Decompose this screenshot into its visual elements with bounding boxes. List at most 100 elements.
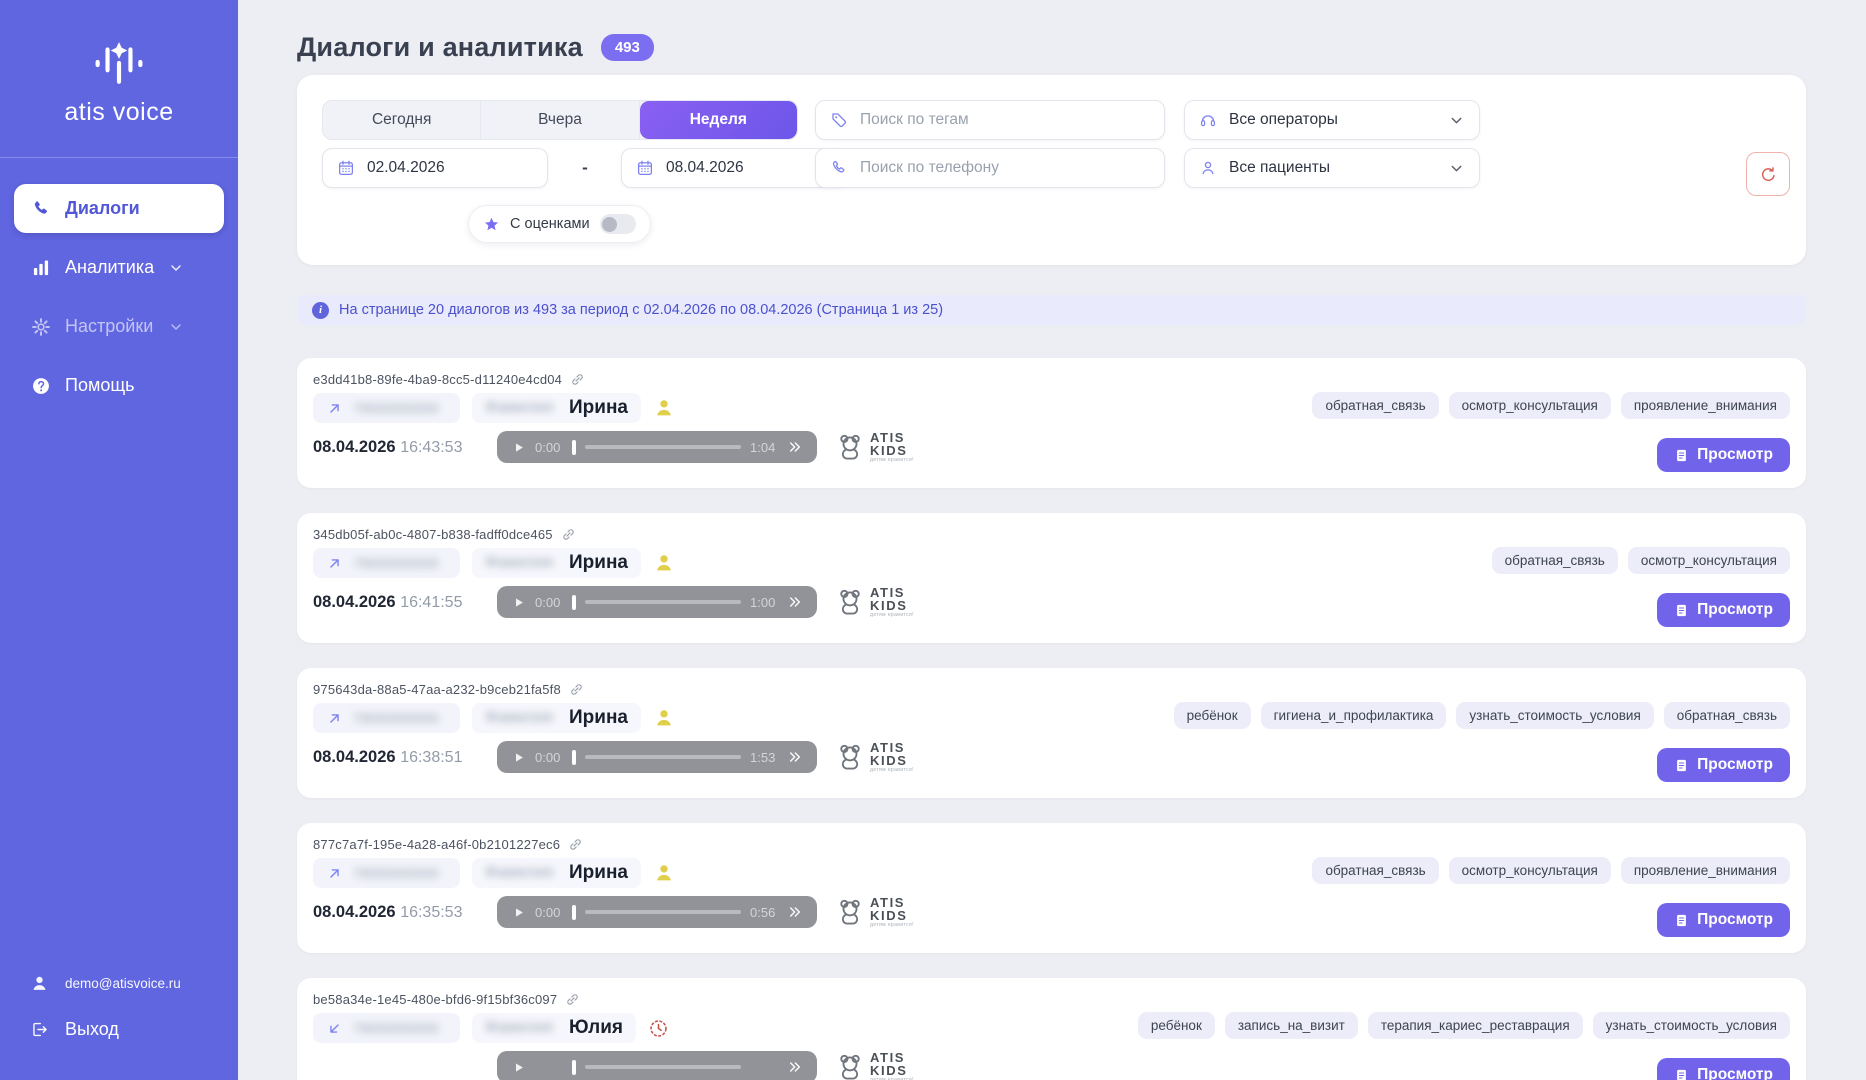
player-position: 0:00	[535, 595, 563, 610]
page-title: Диалоги и аналитика	[297, 32, 583, 63]
player-track[interactable]	[585, 910, 742, 914]
sidebar-item-dialogs[interactable]: Диалоги	[14, 184, 224, 233]
player-handle[interactable]	[572, 440, 576, 455]
sidebar-item-analytics[interactable]: Аналитика	[14, 243, 224, 292]
dialog-time: 16:41:55	[400, 594, 462, 611]
contact-name: Ирина	[569, 862, 628, 884]
skip-icon[interactable]	[787, 749, 803, 765]
player-handle[interactable]	[572, 1060, 576, 1075]
dialog-tag: узнать_стоимость_условия	[1456, 702, 1653, 729]
headphones-icon	[1199, 111, 1217, 129]
sidebar-item-label: Настройки	[65, 316, 153, 337]
view-button[interactable]: Просмотр	[1657, 1058, 1790, 1080]
arrow-up-right-icon	[326, 710, 343, 727]
player-track[interactable]	[585, 600, 742, 604]
dialog-tag: осмотр_консультация	[1449, 857, 1611, 884]
dialog-card: 975643da-88a5-47aa-a232-b9ceb21fa5f87900…	[297, 668, 1806, 798]
doc-icon	[1674, 448, 1689, 463]
surname-blurred: Фамилия	[485, 709, 559, 727]
view-button-label: Просмотр	[1697, 1066, 1773, 1080]
star-icon	[483, 216, 500, 233]
dialog-time: 16:35:53	[400, 904, 462, 921]
audio-player[interactable]: 0:001:04	[497, 431, 817, 463]
view-button-label: Просмотр	[1697, 756, 1773, 774]
atis-kids-logo: ATISKIDSдетям нравится!	[835, 741, 914, 773]
filter-panel: Сегодня Вчера Неделя 02.04.2026 - 08.04.…	[297, 75, 1806, 265]
player-duration: 1:53	[750, 750, 778, 765]
skip-icon[interactable]	[787, 439, 803, 455]
play-icon[interactable]	[511, 440, 526, 455]
tab-week[interactable]: Неделя	[640, 101, 797, 139]
surname-blurred: Фамилия	[485, 554, 559, 572]
atis-kids-logo: ATISKIDSдетям нравится!	[835, 431, 914, 463]
player-track[interactable]	[585, 755, 742, 759]
play-icon[interactable]	[511, 750, 526, 765]
view-button[interactable]: Просмотр	[1657, 438, 1790, 472]
patients-select[interactable]: Все пациенты	[1184, 148, 1480, 188]
link-icon[interactable]	[561, 527, 576, 542]
user-email: demo@atisvoice.ru	[65, 976, 181, 991]
link-icon[interactable]	[569, 682, 584, 697]
play-icon[interactable]	[511, 595, 526, 610]
dialog-tag: обратная_связь	[1312, 857, 1438, 884]
sidebar-item-help[interactable]: Помощь	[14, 361, 224, 410]
clock-icon	[648, 1018, 669, 1039]
doc-icon	[1674, 1068, 1689, 1080]
brand-line2: KIDS	[870, 444, 914, 457]
logout-button[interactable]: Выход	[0, 1019, 238, 1040]
audio-player[interactable]	[497, 1051, 817, 1080]
player-track[interactable]	[585, 1065, 742, 1069]
dialog-tag: гигиена_и_профилактика	[1261, 702, 1447, 729]
player-handle[interactable]	[572, 750, 576, 765]
tab-yesterday[interactable]: Вчера	[481, 101, 639, 139]
doc-icon	[1674, 913, 1689, 928]
dialog-date: 08.04.2026	[313, 438, 396, 456]
link-icon[interactable]	[565, 992, 580, 1007]
audio-player[interactable]: 0:001:53	[497, 741, 817, 773]
date-from-input[interactable]: 02.04.2026	[322, 148, 548, 188]
link-icon[interactable]	[570, 372, 585, 387]
audio-player[interactable]: 0:000:56	[497, 896, 817, 928]
view-button[interactable]: Просмотр	[1657, 903, 1790, 937]
refresh-button[interactable]	[1746, 152, 1790, 196]
ratings-toggle-switch[interactable]	[600, 214, 636, 234]
tag-icon	[830, 111, 848, 129]
skip-icon[interactable]	[787, 594, 803, 610]
link-icon[interactable]	[568, 837, 583, 852]
view-button-label: Просмотр	[1697, 911, 1773, 929]
dialog-tags: обратная_связьосмотр_консультация	[1492, 547, 1790, 574]
player-handle[interactable]	[572, 595, 576, 610]
ratings-filter-toggle[interactable]: С оценками	[468, 205, 651, 243]
pagination-info-text: На странице 20 диалогов из 493 за период…	[339, 302, 943, 318]
view-button[interactable]: Просмотр	[1657, 593, 1790, 627]
player-position: 0:00	[535, 440, 563, 455]
operators-select[interactable]: Все операторы	[1184, 100, 1480, 140]
doc-icon	[1674, 603, 1689, 618]
person-fill-icon	[653, 552, 675, 574]
brand-line2: KIDS	[870, 754, 914, 767]
dialog-tag: проявление_внимания	[1621, 857, 1790, 884]
toggle-knob	[602, 217, 617, 232]
skip-icon[interactable]	[787, 904, 803, 920]
view-button[interactable]: Просмотр	[1657, 748, 1790, 782]
play-icon[interactable]	[511, 905, 526, 920]
date-to-input[interactable]: 08.04.2026	[621, 148, 847, 188]
audio-player[interactable]: 0:001:00	[497, 586, 817, 618]
tab-today[interactable]: Сегодня	[323, 101, 481, 139]
player-handle[interactable]	[572, 905, 576, 920]
sidebar-item-settings[interactable]: Настройки	[14, 302, 224, 351]
tag-search-input[interactable]	[860, 111, 1150, 129]
atis-kids-logo: ATISKIDSдетям нравится!	[835, 586, 914, 618]
phone-search-field	[815, 148, 1165, 188]
dialog-datetime: 08.04.2026 16:41:55	[313, 593, 497, 612]
player-track[interactable]	[585, 445, 742, 449]
contact-pill: ФамилияЮлия	[472, 1013, 636, 1043]
dialog-tag: осмотр_консультация	[1628, 547, 1790, 574]
doc-icon	[1674, 758, 1689, 773]
bear-icon	[835, 432, 865, 462]
skip-icon[interactable]	[787, 1059, 803, 1075]
person-fill-icon	[653, 862, 675, 884]
play-icon[interactable]	[511, 1060, 526, 1075]
sidebar: atis voice Диалоги Аналитика Настройки	[0, 0, 238, 1080]
phone-search-input[interactable]	[860, 159, 1150, 177]
